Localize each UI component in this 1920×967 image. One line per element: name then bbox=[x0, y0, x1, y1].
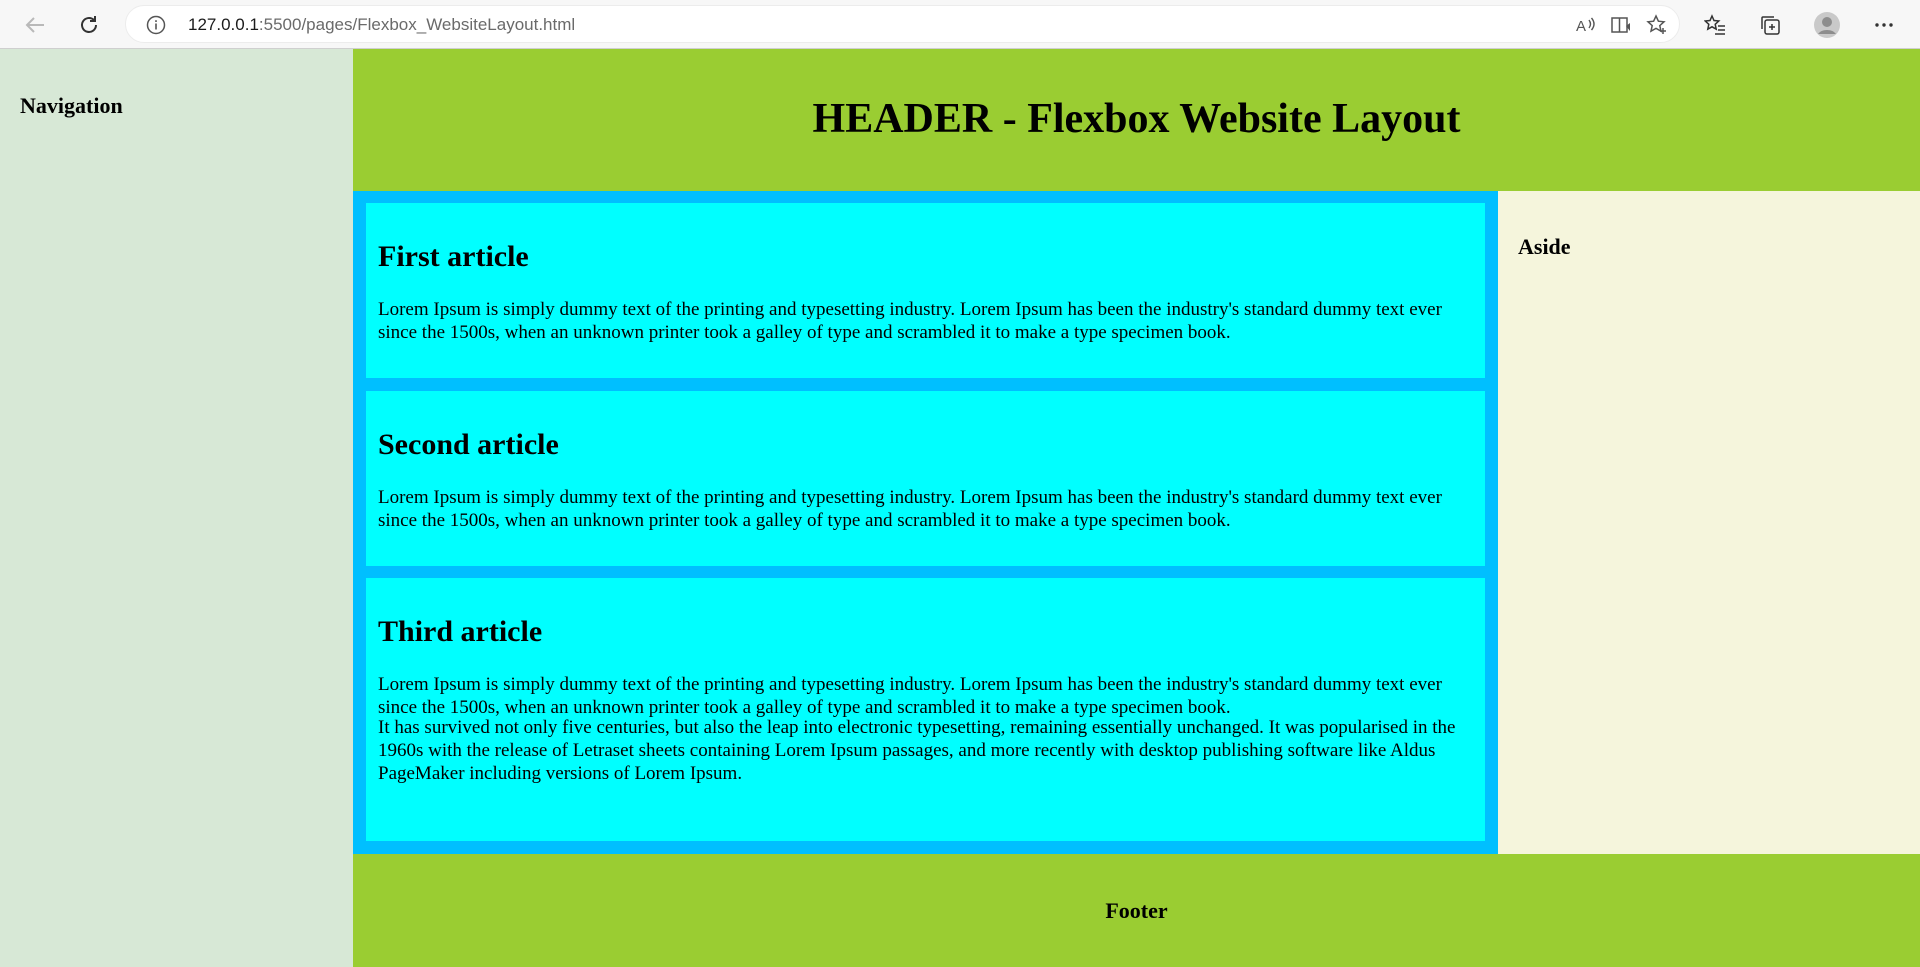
back-button[interactable] bbox=[18, 8, 52, 42]
article-title: Second article bbox=[378, 428, 559, 461]
article: Third article Lorem Ipsum is simply dumm… bbox=[366, 578, 1485, 841]
aside-title: Aside bbox=[1518, 234, 1571, 259]
aside-panel: Aside bbox=[1498, 191, 1920, 854]
article-title: Third article bbox=[378, 615, 543, 648]
url-path: :5500/pages/Flexbox_WebsiteLayout.html bbox=[258, 15, 576, 34]
url-host: 127.0.0.1 bbox=[188, 15, 259, 34]
url-text[interactable]: 127.0.0.1:5500/pages/Flexbox_WebsiteLayo… bbox=[188, 6, 575, 44]
navigation-title: Navigation bbox=[20, 93, 123, 118]
favorites-icon bbox=[1704, 14, 1725, 35]
footer-title: Footer bbox=[1105, 898, 1168, 923]
more-menu-icon bbox=[1875, 23, 1893, 27]
profile-button[interactable] bbox=[1810, 8, 1844, 42]
favorites-button[interactable] bbox=[1698, 8, 1732, 42]
address-bar[interactable]: 127.0.0.1:5500/pages/Flexbox_WebsiteLayo… bbox=[125, 5, 1680, 43]
more-menu-button[interactable] bbox=[1867, 8, 1901, 42]
page-content: Navigation HEADER - Flexbox Website Layo… bbox=[0, 49, 1920, 967]
collections-icon bbox=[1761, 16, 1780, 35]
refresh-button[interactable] bbox=[72, 8, 106, 42]
immersive-reader-icon[interactable] bbox=[1609, 13, 1633, 37]
article: Second article Lorem Ipsum is simply dum… bbox=[366, 391, 1485, 566]
main-content: First article Lorem Ipsum is simply dumm… bbox=[353, 191, 1498, 854]
read-aloud-icon[interactable]: A bbox=[1573, 13, 1597, 37]
profile-avatar-icon bbox=[1814, 12, 1840, 38]
article-paragraph: Lorem Ipsum is simply dummy text of the … bbox=[378, 487, 1442, 531]
article-paragraph: Lorem Ipsum is simply dummy text of the … bbox=[378, 299, 1442, 343]
svg-text:A: A bbox=[1576, 18, 1586, 35]
article-paragraph: Lorem Ipsum is simply dummy text of the … bbox=[378, 674, 1442, 718]
page-header: HEADER - Flexbox Website Layout bbox=[353, 49, 1920, 191]
add-favorite-icon[interactable] bbox=[1645, 13, 1669, 37]
article-title: First article bbox=[378, 240, 529, 273]
info-icon[interactable] bbox=[146, 15, 166, 40]
refresh-icon bbox=[81, 16, 97, 33]
back-arrow-icon bbox=[25, 17, 44, 33]
navigation-panel: Navigation bbox=[0, 49, 353, 967]
browser-toolbar: 127.0.0.1:5500/pages/Flexbox_WebsiteLayo… bbox=[0, 0, 1920, 49]
page-footer: Footer bbox=[353, 854, 1920, 967]
collections-button[interactable] bbox=[1753, 8, 1787, 42]
article: First article Lorem Ipsum is simply dumm… bbox=[366, 203, 1485, 378]
article-paragraph: It has survived not only five centuries,… bbox=[378, 717, 1456, 784]
page-title: HEADER - Flexbox Website Layout bbox=[812, 96, 1461, 142]
